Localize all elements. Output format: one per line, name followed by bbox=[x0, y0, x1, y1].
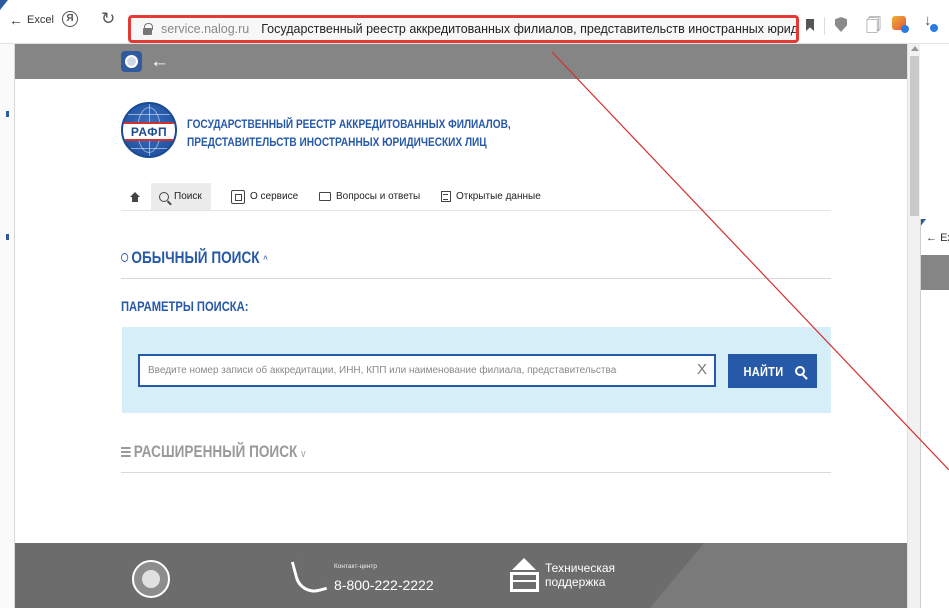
site-title: ГОСУДАРСТВЕННЫЙ РЕЕСТР АККРЕДИТОВАННЫХ Ф… bbox=[187, 115, 511, 151]
second-window-top-bar bbox=[921, 255, 949, 290]
scroll-thumb[interactable] bbox=[910, 56, 919, 216]
about-icon bbox=[231, 189, 245, 204]
page-scrollbar[interactable] bbox=[907, 44, 920, 608]
scroll-up-arrow-icon[interactable] bbox=[911, 46, 919, 51]
nav-faq[interactable]: Вопросы и ответы bbox=[319, 183, 420, 210]
protect-shield-icon[interactable] bbox=[835, 17, 847, 32]
nav-about-label: О сервисе bbox=[250, 191, 299, 202]
chevron-down-icon: v bbox=[301, 448, 306, 460]
rafp-logo[interactable]: РАФП bbox=[121, 102, 177, 158]
support-line1: Техническая bbox=[545, 561, 616, 575]
second-browser-window[interactable]: ← Excel bbox=[920, 219, 949, 608]
search-input[interactable] bbox=[138, 354, 716, 387]
second-window-back-label: Excel bbox=[940, 232, 949, 244]
nav-home[interactable] bbox=[130, 183, 144, 210]
address-domain: service.nalog.ru bbox=[161, 22, 250, 36]
yandex-icon[interactable]: Я bbox=[62, 11, 78, 27]
divider bbox=[121, 472, 831, 473]
nav-search-label: Поиск bbox=[174, 191, 202, 202]
site-title-line2: ПРЕДСТАВИТЕЛЬСТВ ИНОСТРАННЫХ ЮРИДИЧЕСКИХ… bbox=[187, 135, 487, 149]
phone-icon bbox=[290, 554, 328, 598]
window-corner-marker bbox=[0, 0, 8, 10]
bookmark-icon[interactable] bbox=[806, 19, 814, 31]
data-icon bbox=[441, 191, 451, 202]
nav-open-data[interactable]: Открытые данные bbox=[441, 183, 541, 210]
search-params-title: ПАРАМЕТРЫ ПОИСКА: bbox=[121, 298, 249, 314]
chat-icon bbox=[319, 192, 331, 201]
advanced-search-toggle[interactable]: РАСШИРЕННЫЙ ПОИСК v bbox=[121, 442, 306, 462]
nav-search[interactable]: Поиск bbox=[151, 183, 211, 210]
reload-icon[interactable]: ↻ bbox=[101, 9, 115, 29]
simple-search-toggle[interactable]: ОБЫЧНЫЙ ПОИСК ^ bbox=[121, 248, 268, 268]
nav-faq-label: Вопросы и ответы bbox=[336, 191, 421, 202]
download-icon[interactable]: ↓ bbox=[924, 12, 938, 32]
contact-center-label: Контакт-центр bbox=[334, 563, 378, 570]
back-to-excel-button[interactable]: ← Excel bbox=[9, 13, 54, 27]
search-icon bbox=[121, 253, 129, 262]
contact-phone-link[interactable]: 8-800-222-2222 bbox=[334, 577, 434, 593]
fns-footer-emblem-icon[interactable] bbox=[132, 560, 170, 598]
support-line2: поддержка bbox=[545, 575, 606, 589]
left-gutter bbox=[0, 44, 15, 608]
advanced-search-title: РАСШИРЕННЫЙ ПОИСК bbox=[133, 442, 298, 461]
reader-mode-icon[interactable]: 🗍 bbox=[866, 15, 881, 40]
lock-icon[interactable] bbox=[143, 23, 153, 35]
clear-search-button[interactable]: X bbox=[692, 358, 712, 382]
back-arrow-icon: ← bbox=[9, 12, 23, 28]
back-to-excel-label: Excel bbox=[27, 14, 54, 26]
second-window-body bbox=[921, 290, 949, 608]
gutter-marker bbox=[6, 234, 9, 240]
simple-search-title: ОБЫЧНЫЙ ПОИСК bbox=[131, 248, 260, 267]
main-nav: Поиск О сервисе Вопросы и ответы Открыты… bbox=[121, 183, 831, 211]
nav-about[interactable]: О сервисе bbox=[231, 183, 298, 210]
fns-emblem-icon[interactable] bbox=[121, 51, 142, 72]
address-page-title: Государственный реестр аккредитованных ф… bbox=[261, 22, 796, 36]
find-button-label: НАЙТИ bbox=[743, 363, 784, 379]
divider bbox=[121, 278, 831, 279]
magnifier-icon bbox=[794, 366, 805, 376]
tech-support-link[interactable]: Техническая поддержка bbox=[545, 561, 615, 589]
chevron-up-icon: ^ bbox=[263, 254, 268, 266]
browser-toolbar: ← Excel Я ↻ service.nalog.ru Государстве… bbox=[0, 0, 949, 44]
window-corner-marker bbox=[921, 219, 926, 227]
second-window-back-button[interactable]: ← Excel bbox=[926, 232, 949, 244]
extension-icon[interactable] bbox=[892, 16, 909, 33]
toolbar-divider bbox=[824, 17, 825, 35]
support-icon[interactable] bbox=[510, 558, 539, 593]
gutter-marker bbox=[6, 111, 9, 117]
home-icon bbox=[130, 191, 140, 202]
address-bar[interactable]: service.nalog.ru Государственный реестр … bbox=[128, 15, 799, 43]
nav-open-data-label: Открытые данные bbox=[456, 191, 541, 202]
rafp-logo-text: РАФП bbox=[130, 124, 168, 139]
site-title-line1: ГОСУДАРСТВЕННЫЙ РЕЕСТР АККРЕДИТОВАННЫХ Ф… bbox=[187, 117, 511, 131]
search-icon bbox=[159, 191, 169, 202]
list-icon bbox=[121, 447, 131, 457]
site-back-arrow-icon[interactable]: ← bbox=[150, 51, 169, 72]
site-footer: Контакт-центр 8-800-222-2222 Техническая… bbox=[15, 543, 907, 608]
download-badge bbox=[930, 24, 938, 32]
find-button[interactable]: НАЙТИ bbox=[728, 354, 817, 388]
extension-badge bbox=[901, 25, 909, 33]
